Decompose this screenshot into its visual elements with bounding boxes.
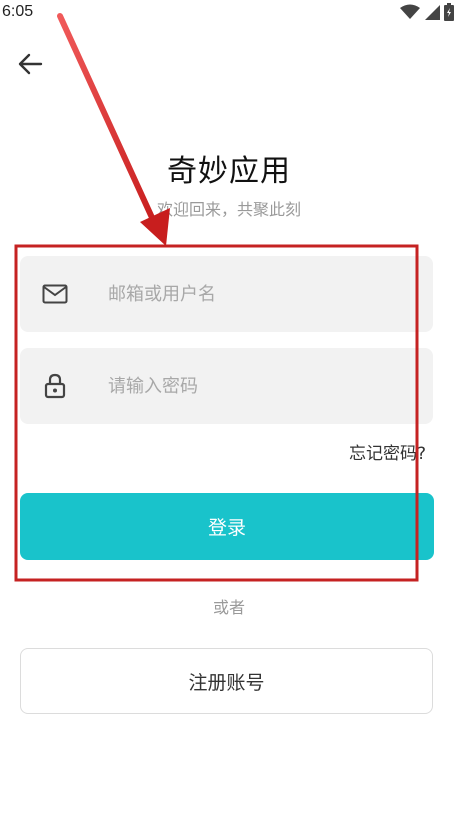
battery-icon <box>444 3 454 25</box>
wifi-icon <box>400 4 420 24</box>
status-icons <box>400 3 454 25</box>
username-field[interactable] <box>20 256 433 332</box>
login-button[interactable]: 登录 <box>20 493 434 560</box>
mail-icon <box>40 279 70 309</box>
page-subtitle: 欢迎回来，共聚此刻 <box>156 200 301 219</box>
status-time: 6:05 <box>2 3 34 20</box>
username-input[interactable] <box>106 282 410 306</box>
password-input[interactable] <box>106 374 410 398</box>
status-bar: 6:05 <box>0 0 458 26</box>
forgot-password-link[interactable]: 忘记密码? <box>349 439 426 464</box>
password-field[interactable] <box>20 348 433 424</box>
page-title: 奇妙应用 <box>167 154 291 189</box>
back-button[interactable] <box>12 50 48 82</box>
arrow-left-icon <box>17 53 43 79</box>
lock-icon <box>40 371 70 401</box>
cellular-signal-icon <box>424 4 440 24</box>
or-divider-text: 或者 <box>212 598 245 617</box>
register-button[interactable]: 注册账号 <box>20 648 433 714</box>
